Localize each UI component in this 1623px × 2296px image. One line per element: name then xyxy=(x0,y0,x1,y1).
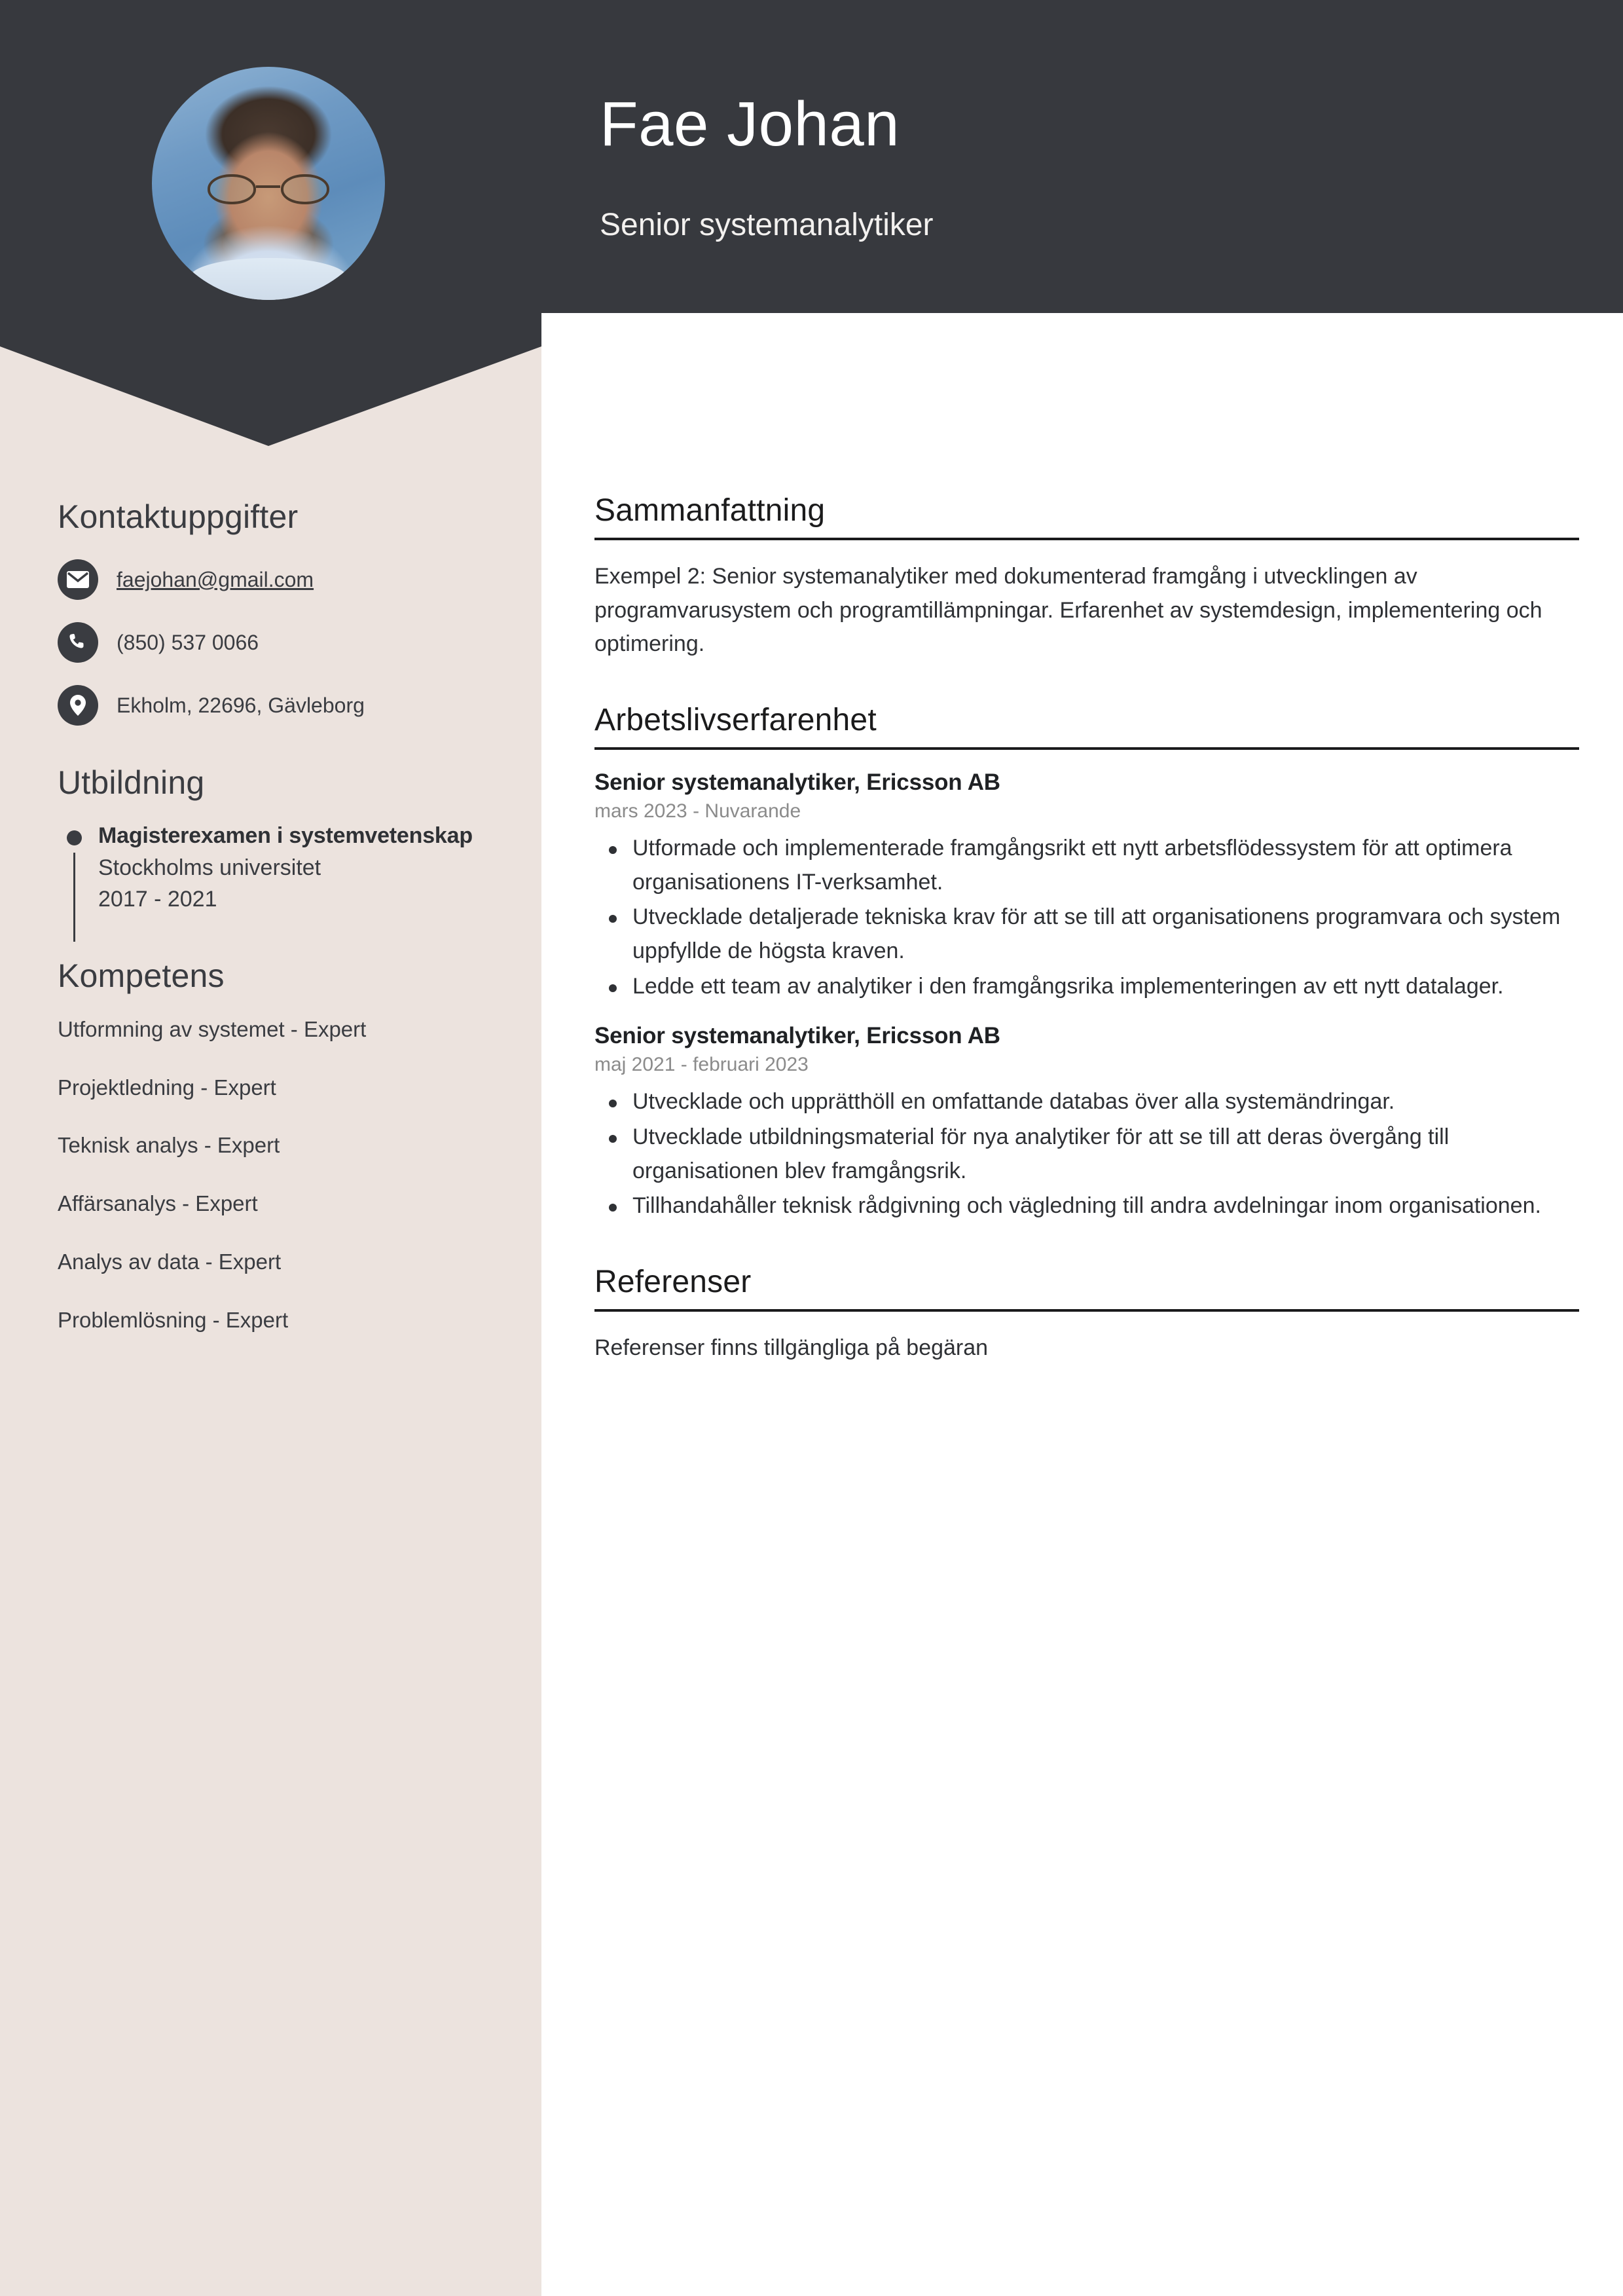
map-pin-icon xyxy=(58,685,98,726)
education-years: 2017 - 2021 xyxy=(98,887,217,912)
list-item: Ledde ett team av analytiker i den framg… xyxy=(594,970,1579,1004)
section-divider xyxy=(594,538,1579,540)
contact-email-value[interactable]: faejohan@gmail.com xyxy=(117,566,314,593)
resume-page: Fae Johan Senior systemanalytiker Kontak… xyxy=(0,0,1623,2296)
summary-heading: Sammanfattning xyxy=(594,493,826,528)
sidebar: Kontaktuppgifter faejohan@gmail.com (850… xyxy=(58,498,490,1336)
list-item: Projektledning - Expert xyxy=(58,1075,276,1100)
job-bullets: Utformade och implementerade framgångsri… xyxy=(594,832,1579,1003)
contact-phone-value: (850) 537 0066 xyxy=(117,631,259,654)
list-item: Affärsanalys - Expert xyxy=(58,1191,258,1216)
list-item: Tillhandahåller teknisk rådgivning och v… xyxy=(594,1189,1579,1223)
job-title: Senior systemanalytiker, Ericsson AB xyxy=(594,769,1000,796)
references-text: Referenser finns tillgängliga på begäran xyxy=(594,1335,989,1361)
experience-entry: Senior systemanalytiker, Ericsson AB mar… xyxy=(594,769,1579,1003)
list-item: Utvecklade utbildningsmaterial för nya a… xyxy=(594,1120,1579,1188)
job-role-subtitle: Senior systemanalytiker xyxy=(600,208,934,242)
skills-heading: Kompetens xyxy=(58,957,225,994)
phone-icon xyxy=(58,622,98,663)
job-date: mars 2023 - Nuvarande xyxy=(594,800,801,823)
glasses-icon xyxy=(208,174,329,205)
list-item: Utformning av systemet - Expert xyxy=(58,1016,367,1041)
contact-location-value: Ekholm, 22696, Gävleborg xyxy=(117,694,365,717)
section-divider xyxy=(594,747,1579,750)
list-item: Teknisk analys - Expert xyxy=(58,1133,280,1158)
section-summary: Sammanfattning Exempel 2: Senior systema… xyxy=(594,492,1579,661)
job-bullets: Utvecklade och upprätthöll en omfattande… xyxy=(594,1085,1579,1223)
experience-heading: Arbetslivserfarenhet xyxy=(594,703,877,738)
main-content: Sammanfattning Exempel 2: Senior systema… xyxy=(594,492,1579,1365)
references-heading: Referenser xyxy=(594,1265,752,1300)
contact-item-email[interactable]: faejohan@gmail.com xyxy=(58,559,490,600)
timeline-line xyxy=(73,853,75,942)
education-degree: Magisterexamen i systemvetenskap xyxy=(98,823,473,848)
avatar xyxy=(152,67,385,300)
contact-heading: Kontaktuppgifter xyxy=(58,498,299,535)
section-divider xyxy=(594,1309,1579,1312)
list-item: Analys av data - Expert xyxy=(58,1250,282,1274)
section-experience: Arbetslivserfarenhet Senior systemanalyt… xyxy=(594,702,1579,1223)
skills-list: Utformning av systemet - Expert Projektl… xyxy=(58,1014,490,1336)
avatar-shirt xyxy=(189,257,348,300)
list-item: Utvecklade detaljerade tekniska krav för… xyxy=(594,900,1579,968)
education-school: Stockholms universitet xyxy=(98,855,321,880)
list-item: Problemlösning - Expert xyxy=(58,1307,289,1332)
envelope-icon xyxy=(58,559,98,600)
section-references: Referenser Referenser finns tillgängliga… xyxy=(594,1264,1579,1365)
education-entry: Magisterexamen i systemvetenskap Stockho… xyxy=(58,821,490,942)
list-item: Utvecklade och upprätthöll en omfattande… xyxy=(594,1085,1579,1119)
education-heading: Utbildning xyxy=(58,764,205,801)
contact-item-location: Ekholm, 22696, Gävleborg xyxy=(58,685,490,726)
contact-item-phone[interactable]: (850) 537 0066 xyxy=(58,622,490,663)
job-date: maj 2021 - februari 2023 xyxy=(594,1054,809,1076)
bullet-dot-icon xyxy=(67,830,82,845)
experience-entry: Senior systemanalytiker, Ericsson AB maj… xyxy=(594,1023,1579,1223)
job-title: Senior systemanalytiker, Ericsson AB xyxy=(594,1023,1000,1049)
list-item: Utformade och implementerade framgångsri… xyxy=(594,832,1579,899)
page-title: Fae Johan xyxy=(600,89,900,159)
summary-text: Exempel 2: Senior systemanalytiker med d… xyxy=(594,564,1542,657)
